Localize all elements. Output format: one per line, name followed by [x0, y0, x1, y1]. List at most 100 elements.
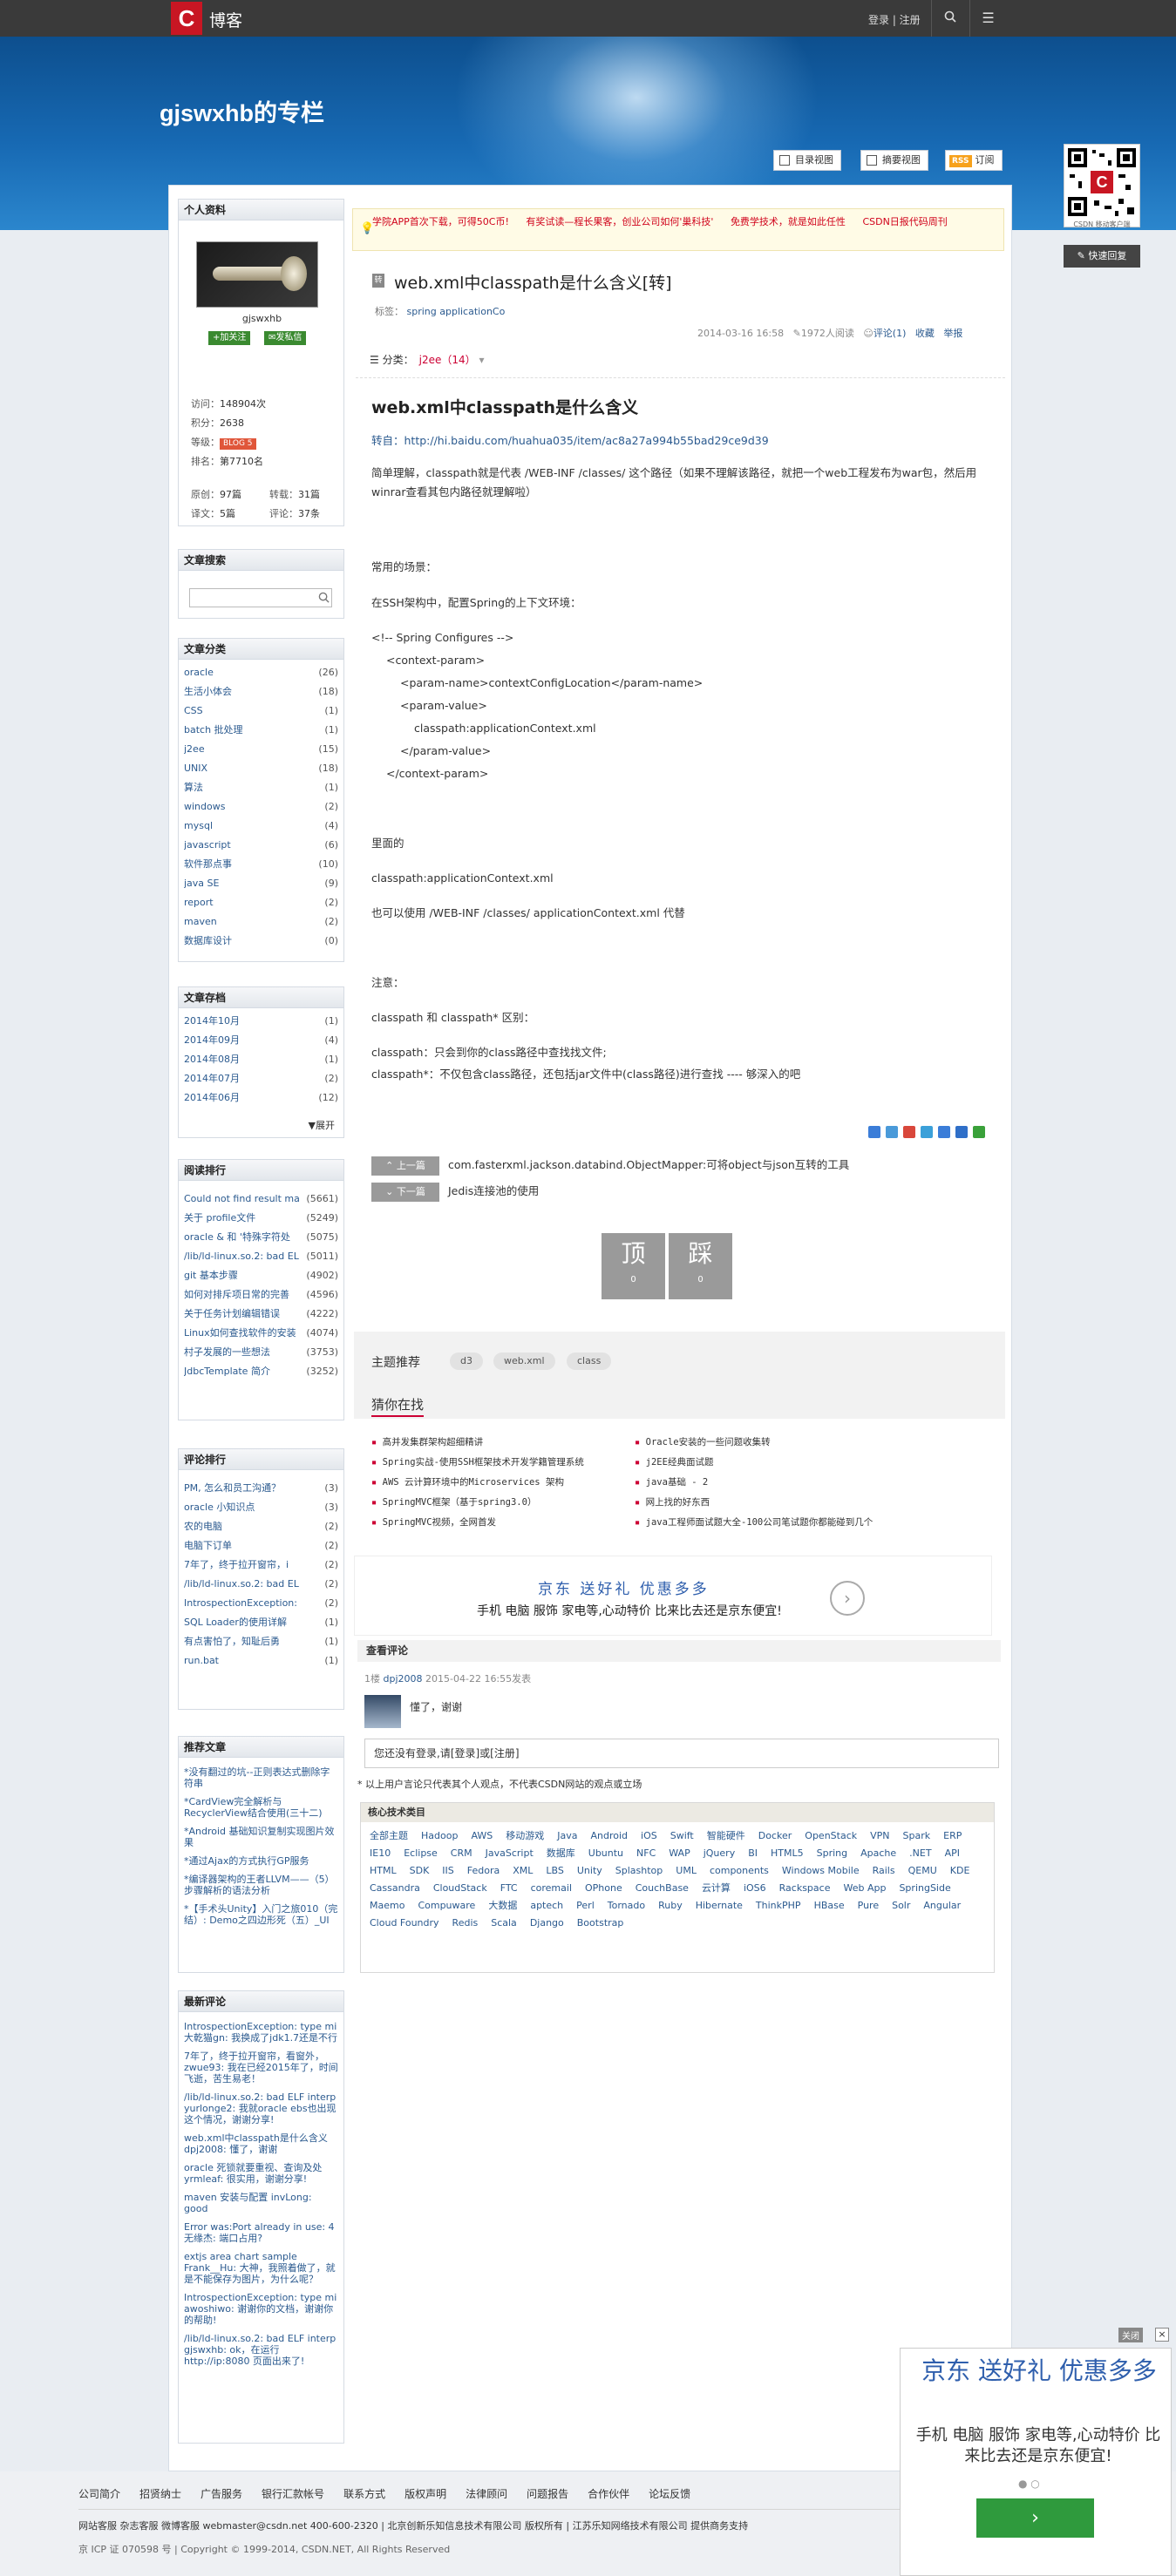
tech-tag[interactable]: 数据库 [547, 1845, 575, 1862]
prev-article-link[interactable]: com.fasterxml.jackson.databind.ObjectMap… [448, 1158, 849, 1171]
directory-view-button[interactable]: 目录视图 [773, 150, 841, 171]
comment-ranking-item[interactable]: run.bat (1) [184, 1651, 338, 1671]
share-weibo-icon[interactable] [903, 1126, 915, 1138]
commenter-avatar[interactable] [364, 1695, 401, 1728]
footer-link[interactable]: 合作伙伴 [588, 2488, 629, 2500]
recommended-item[interactable]: *CardView完全解析与RecyclerView结合使用(三十二) [184, 1796, 338, 1819]
tech-tag[interactable]: AWS [471, 1827, 493, 1845]
tech-tag[interactable]: Solr [892, 1897, 910, 1915]
tech-tag[interactable]: 云计算 [702, 1880, 731, 1897]
category-item[interactable]: javascript (6) [184, 836, 338, 855]
latest-comment-item[interactable]: oracle 死锁就要重视、查询及处 yrmleaf: 很实用，谢谢分享! [184, 2162, 338, 2185]
category-item[interactable]: maven (2) [184, 912, 338, 932]
tech-tag[interactable]: CRM [451, 1845, 472, 1862]
tech-tag[interactable]: Redis [452, 1915, 479, 1932]
guess-item[interactable]: Oracle安装的一些问题收集转 [635, 1435, 771, 1448]
tech-tag[interactable]: BI [748, 1845, 758, 1862]
category-item[interactable]: 数据库设计 (0) [184, 932, 338, 951]
tech-tag[interactable]: Compuware [418, 1897, 475, 1915]
tech-tag[interactable]: CouchBase [636, 1880, 689, 1897]
ranking-item[interactable]: Could not find result ma (5661) [184, 1190, 338, 1209]
tech-tag[interactable]: CloudStack [433, 1880, 487, 1897]
blog-brand[interactable]: 博客 [209, 8, 242, 31]
latest-comment-item[interactable]: Error was:Port already in use: 4 无缘杰: 端口… [184, 2221, 338, 2244]
tech-tag[interactable]: 全部主题 [370, 1827, 408, 1845]
next-article-link[interactable]: Jedis连接池的使用 [448, 1184, 539, 1197]
guess-item[interactable]: j2EE经典面试题 [635, 1455, 714, 1468]
tech-tag[interactable]: Spark [903, 1827, 931, 1845]
tech-tag[interactable]: Rackspace [779, 1880, 831, 1897]
category-item[interactable]: report (2) [184, 893, 338, 912]
notice-link[interactable]: CSDN日报代码周刊 [862, 216, 947, 227]
tech-tag[interactable]: OPhone [585, 1880, 622, 1897]
search-icon[interactable] [931, 0, 968, 37]
guess-item[interactable]: 网上找的好东西 [635, 1495, 710, 1508]
tech-tag[interactable]: iOS [641, 1827, 657, 1845]
rss-subscribe-button[interactable]: RSS 订阅 [945, 150, 1003, 171]
quick-reply-button[interactable]: ✎ 快速回复 [1064, 245, 1140, 268]
follow-button[interactable]: +加关注 [208, 331, 251, 345]
tech-tag[interactable]: Bootstrap [577, 1915, 624, 1932]
tech-tag[interactable]: UML [676, 1862, 697, 1880]
latest-comment-item[interactable]: maven 安装与配置 invLong: good [184, 2192, 338, 2214]
tech-tag[interactable]: Cassandra [370, 1880, 420, 1897]
latest-comment-item[interactable]: extjs area chart sample Frank__Hu: 大神，我照… [184, 2251, 338, 2285]
comment-ranking-item[interactable]: 电脑下订单 (2) [184, 1536, 338, 1556]
tech-tag[interactable]: Ubuntu [588, 1845, 623, 1862]
notice-link[interactable]: 有奖试读—程长果客，创业公司如何'巢科技' [526, 216, 713, 227]
tech-tag[interactable]: SDK [410, 1862, 430, 1880]
archive-item[interactable]: 2014年08月 (1) [184, 1050, 338, 1069]
tech-tag[interactable]: NFC [636, 1845, 656, 1862]
guess-item[interactable]: 高并发集群架构超细精讲 [371, 1435, 484, 1448]
tech-tag[interactable]: Pure [858, 1897, 879, 1915]
tech-tag[interactable]: Android [590, 1827, 628, 1845]
tech-tag[interactable]: Hibernate [696, 1897, 743, 1915]
latest-comment-item[interactable]: /lib/ld-linux.so.2: bad ELF interp yurlo… [184, 2091, 338, 2125]
tech-tag[interactable]: Scala [491, 1915, 517, 1932]
guess-item[interactable]: Spring实战-使用SSH框架技术开发学籍管理系统 [371, 1455, 584, 1468]
tech-tag[interactable]: Swift [670, 1827, 694, 1845]
guess-item[interactable]: AWS 云计算环境中的Microservices 架构 [371, 1475, 564, 1488]
tech-tag[interactable]: Ruby [658, 1897, 683, 1915]
tech-tag[interactable]: KDE [950, 1862, 970, 1880]
tech-tag[interactable]: Fedora [467, 1862, 500, 1880]
ranking-item[interactable]: /lib/ld-linux.so.2: bad EL (5011) [184, 1247, 338, 1266]
downvote-button[interactable]: 踩0 [669, 1233, 732, 1299]
ranking-item[interactable]: Linux如何查找软件的安装 (4074) [184, 1324, 338, 1343]
category-item[interactable]: java SE (9) [184, 874, 338, 893]
share-qzone-icon[interactable] [886, 1126, 898, 1138]
collect-link[interactable]: 收藏 [915, 328, 935, 339]
tech-tag[interactable]: XML [513, 1862, 533, 1880]
tech-tag[interactable]: OpenStack [805, 1827, 857, 1845]
tech-tag[interactable]: HTML5 [771, 1845, 804, 1862]
summary-view-button[interactable]: 摘要视图 [860, 150, 928, 171]
footer-link[interactable]: 法律顾问 [466, 2488, 507, 2500]
share-renren-icon[interactable] [938, 1126, 950, 1138]
comment-ranking-item[interactable]: 7年了，终于拉开窗帘，i (2) [184, 1556, 338, 1575]
category-item[interactable]: CSS (1) [184, 702, 338, 721]
archive-item[interactable]: 2014年09月 (4) [184, 1031, 338, 1050]
expand-archive-link[interactable]: ▼展开 [309, 1118, 335, 1132]
comment-ranking-item[interactable]: 有点害怕了，知耻后勇 (1) [184, 1632, 338, 1651]
tech-tag[interactable]: API [945, 1845, 960, 1862]
message-button[interactable]: ✉发私信 [264, 331, 307, 345]
latest-comment-item[interactable]: 7年了，终于拉开窗帘，看窗外，zwue93: 我在已经2015年了，时间飞逝，苦… [184, 2051, 338, 2085]
tech-tag[interactable]: Spring [817, 1845, 848, 1862]
footer-link[interactable]: 银行汇款帐号 [262, 2488, 324, 2500]
tech-tag[interactable]: Windows Mobile [782, 1862, 860, 1880]
ranking-item[interactable]: 村子发展的一些想法 (3753) [184, 1343, 338, 1362]
blog-title[interactable]: gjswxhb的专栏 [160, 94, 324, 128]
close-ad-button[interactable]: 关闭 [1118, 2328, 1143, 2342]
tech-tag[interactable]: IE10 [370, 1845, 391, 1862]
tech-tag[interactable]: Tornado [608, 1897, 645, 1915]
ranking-item[interactable]: JdbcTemplate 简介 (3252) [184, 1362, 338, 1381]
tech-tag[interactable]: Apache [860, 1845, 896, 1862]
category-item[interactable]: j2ee (15) [184, 740, 338, 759]
share-wechat-icon[interactable] [973, 1126, 985, 1138]
ranking-item[interactable]: 如何对排斥项日常的完善 (4596) [184, 1285, 338, 1305]
csdn-logo[interactable]: C [171, 2, 202, 35]
tech-tag[interactable]: 大数据 [488, 1897, 517, 1915]
tech-tag[interactable]: 智能硬件 [707, 1827, 745, 1845]
recommended-item[interactable]: *Android 基础知识复制实现图片效果 [184, 1826, 338, 1848]
category-item[interactable]: 软件那点事 (10) [184, 855, 338, 874]
